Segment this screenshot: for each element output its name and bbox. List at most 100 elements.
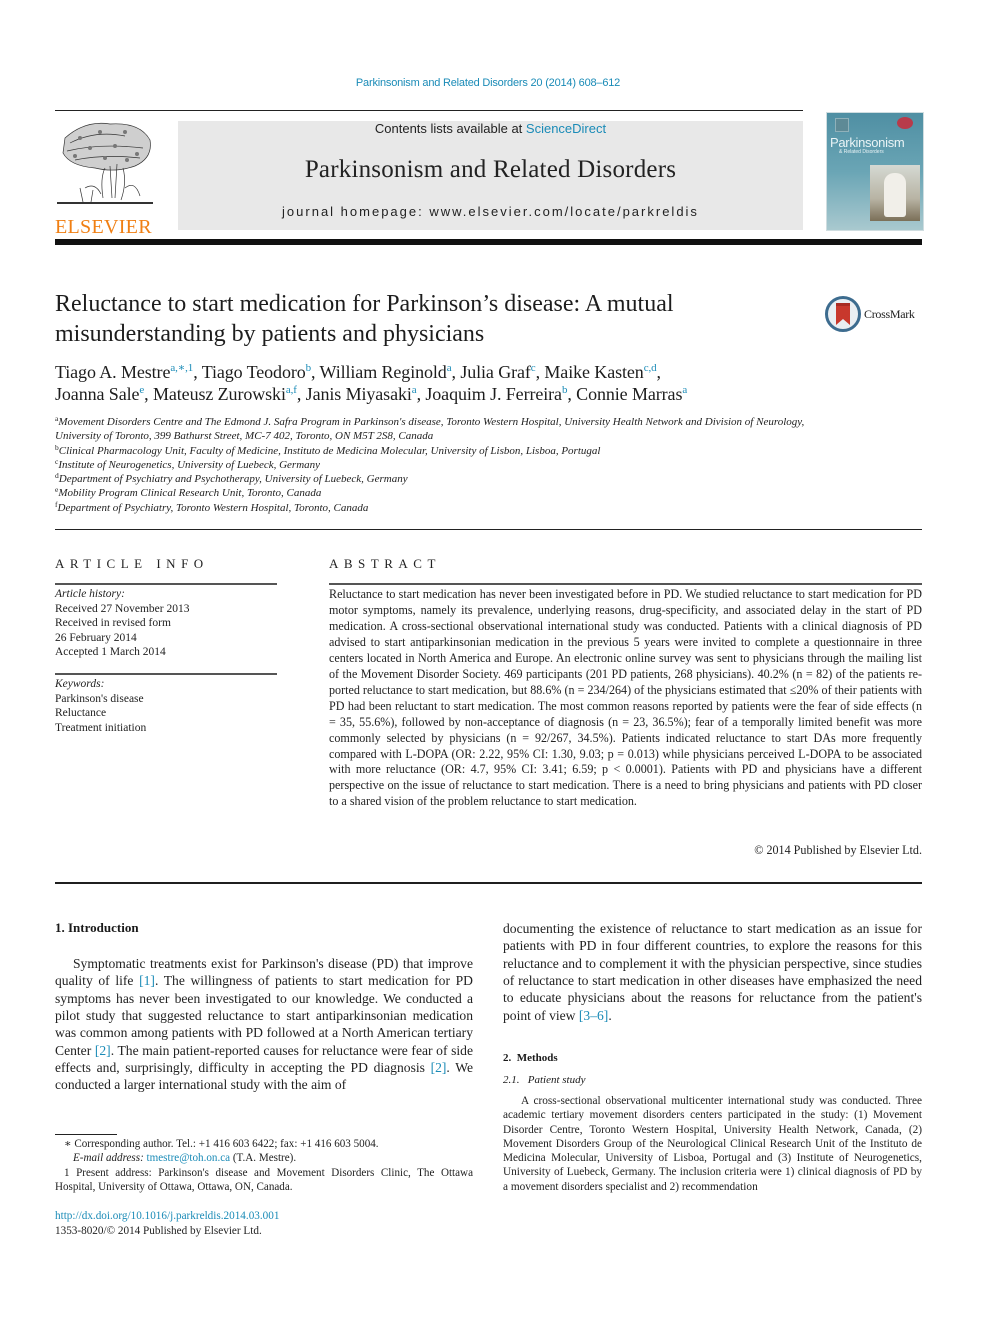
- article-title: Reluctance to start medication for Parki…: [55, 291, 674, 347]
- article-history: Article history: Received 27 November 20…: [55, 587, 277, 660]
- affiliation-list: aMovement Disorders Centre and The Edmon…: [55, 415, 815, 515]
- author-name[interactable]: Julia Graf: [460, 362, 531, 382]
- affiliation-marker[interactable]: a,∗,1: [170, 362, 193, 374]
- author-name[interactable]: Maike Kasten: [544, 362, 643, 382]
- cover-publisher-mark: [835, 118, 849, 132]
- front-matter-rule: [55, 882, 922, 884]
- affiliation-text: Clinical Pharmacology Unit, Faculty of M…: [58, 444, 601, 457]
- author-name[interactable]: Janis Miyasaki: [306, 384, 412, 404]
- contents-line: Contents lists available at ScienceDirec…: [178, 121, 803, 137]
- affiliation-item: aMovement Disorders Centre and The Edmon…: [55, 415, 815, 444]
- author-name[interactable]: Joaquim J. Ferreira: [425, 384, 562, 404]
- header-rule: [55, 110, 803, 111]
- keywords-rule: [55, 673, 277, 675]
- homepage-label: journal homepage:: [282, 204, 430, 219]
- email-link[interactable]: tmestre@toh.on.ca: [147, 1152, 231, 1164]
- issn-copyright: 1353-8020/© 2014 Published by Elsevier L…: [55, 1225, 262, 1237]
- journal-masthead: Contents lists available at ScienceDirec…: [178, 121, 803, 230]
- patient-study-subheading: 2.1. Patient study: [503, 1074, 586, 1086]
- history-item: Accepted 1 March 2014: [55, 646, 166, 658]
- footnote-rule: [55, 1134, 117, 1135]
- history-item: Received 27 November 2013: [55, 602, 190, 615]
- citation-link[interactable]: [2]: [431, 1060, 447, 1075]
- author-name[interactable]: Joanna Sale: [55, 384, 139, 404]
- history-item: Received in revised form: [55, 617, 171, 629]
- article-info-heading: ARTICLE INFO: [55, 556, 209, 571]
- abstract-rule: [329, 583, 922, 585]
- author-separator: ,: [567, 384, 577, 404]
- affiliation-text: Institute of Neurogenetics, University o…: [58, 458, 321, 471]
- cover-bottle-shape: [884, 173, 906, 217]
- affiliation-marker[interactable]: a,f: [286, 384, 297, 396]
- keyword-item[interactable]: Reluctance: [55, 706, 277, 721]
- citation-link[interactable]: [1]: [139, 973, 155, 988]
- introduction-paragraph-continued: documenting the existence of reluctance …: [503, 920, 922, 1024]
- history-item: 26 February 2014: [55, 631, 137, 644]
- author-name[interactable]: Connie Marras: [576, 384, 682, 404]
- affiliation-text: Mobility Program Clinical Research Unit,…: [58, 487, 322, 500]
- article-history-label: Article history:: [55, 588, 125, 600]
- intro-text-segment: documenting the existence of reluctance …: [503, 921, 922, 1023]
- affiliation-marker[interactable]: c,d: [644, 362, 657, 374]
- crossmark-badge[interactable]: CrossMark: [825, 296, 915, 332]
- section-divider: [55, 529, 922, 530]
- affiliation-text: Department of Psychiatry, Toronto Wester…: [57, 501, 369, 514]
- cover-photo: [870, 165, 920, 221]
- elsevier-tree-icon: [57, 122, 153, 204]
- affiliation-text: Department of Psychiatry and Psychothera…: [58, 473, 408, 486]
- contents-prefix: Contents lists available at: [374, 121, 526, 136]
- elsevier-wordmark: ELSEVIER: [55, 216, 152, 238]
- keywords: Keywords: Parkinson's disease Reluctance…: [55, 677, 277, 735]
- abstract-heading: ABSTRACT: [329, 556, 441, 571]
- homepage-url[interactable]: www.elsevier.com/locate/parkreldis: [429, 204, 699, 219]
- email-label: E-mail address:: [73, 1152, 147, 1165]
- affiliation-item: bClinical Pharmacology Unit, Faculty of …: [55, 443, 815, 458]
- citation-link[interactable]: [2]: [95, 1043, 111, 1058]
- footnotes: ∗ Corresponding author. Tel.: +1 416 603…: [55, 1137, 473, 1195]
- present-address-note: 1 Present address: Parkinson's disease a…: [55, 1166, 473, 1194]
- email-note: E-mail address: tmestre@toh.on.ca (T.A. …: [55, 1151, 473, 1165]
- intro-text-segment: .: [608, 1007, 612, 1023]
- article-info-rule: [55, 583, 277, 585]
- abstract-text: Reluctance to start medication has never…: [329, 587, 922, 809]
- cover-emblem-icon: [897, 117, 913, 129]
- keyword-item[interactable]: Parkinson's disease: [55, 692, 277, 707]
- cover-title: Parkinsonism: [830, 135, 905, 150]
- author-separator: ,: [656, 362, 662, 382]
- cover-subtitle: & Related Disorders: [839, 149, 884, 155]
- abstract-copyright: © 2014 Published by Elsevier Ltd.: [754, 843, 922, 857]
- email-suffix: (T.A. Mestre).: [230, 1152, 297, 1165]
- crossmark-icon: [825, 296, 861, 332]
- journal-citation[interactable]: Parkinsonism and Related Disorders 20 (2…: [0, 77, 976, 89]
- citation-link[interactable]: [3–6]: [579, 1008, 608, 1023]
- author-list: Tiago A. Mestrea,∗,1, Tiago Teodorob, Wi…: [55, 361, 855, 405]
- affiliation-item: fDepartment of Psychiatry, Toronto Weste…: [55, 501, 815, 515]
- journal-name: Parkinsonism and Related Disorders: [304, 156, 677, 183]
- affiliation-item: cInstitute of Neurogenetics, University …: [55, 458, 815, 472]
- intro-text-segment: . The main patient-reported causes for r…: [55, 1042, 473, 1076]
- author-name[interactable]: Tiago Teodoro: [202, 362, 306, 382]
- author-separator: ,: [311, 362, 320, 382]
- author-name[interactable]: Mateusz Zurowski: [153, 384, 286, 404]
- methods-heading: 2. Methods: [503, 1052, 558, 1064]
- corresponding-author-note: ∗ Corresponding author. Tel.: +1 416 603…: [64, 1138, 379, 1150]
- methods-paragraph: A cross-sectional observational multicen…: [503, 1095, 922, 1193]
- author-name[interactable]: Tiago A. Mestre: [55, 362, 170, 382]
- affiliation-item: eMobility Program Clinical Research Unit…: [55, 486, 815, 500]
- affiliation-item: dDepartment of Psychiatry and Psychother…: [55, 472, 815, 486]
- author-separator: ,: [296, 384, 306, 404]
- keyword-item[interactable]: Treatment initiation: [55, 721, 277, 736]
- sciencedirect-link[interactable]: ScienceDirect: [526, 121, 606, 136]
- elsevier-logo[interactable]: ELSEVIER: [55, 118, 155, 238]
- author-name[interactable]: William Reginold: [320, 362, 447, 382]
- affiliation-text: Movement Disorders Centre and The Edmond…: [55, 416, 805, 443]
- masthead-thick-rule: [55, 239, 922, 245]
- keywords-label: Keywords:: [55, 678, 105, 690]
- author-separator: ,: [144, 384, 153, 404]
- affiliation-marker[interactable]: a: [682, 384, 687, 396]
- doi-link[interactable]: http://dx.doi.org/10.1016/j.parkreldis.2…: [55, 1210, 279, 1222]
- introduction-paragraph: Symptomatic treatments exist for Parkins…: [55, 955, 473, 1094]
- journal-cover-thumbnail[interactable]: Parkinsonism & Related Disorders: [826, 112, 924, 231]
- author-separator: ,: [193, 362, 202, 382]
- crossmark-label: CrossMark: [864, 306, 915, 321]
